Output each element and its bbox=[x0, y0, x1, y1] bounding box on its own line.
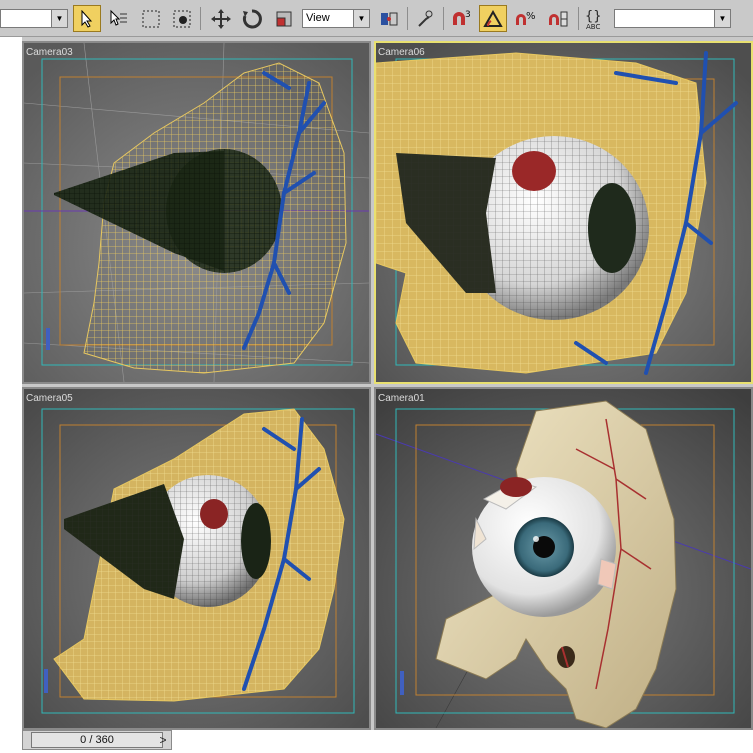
percent-snap-button[interactable]: % bbox=[511, 5, 539, 32]
wireframe-eye-scene bbox=[24, 43, 369, 382]
cursor-arrow-icon bbox=[81, 9, 93, 28]
percent-snap-icon: % bbox=[516, 11, 536, 25]
left-command-strip bbox=[0, 37, 22, 730]
toolbar-separator bbox=[443, 7, 444, 30]
named-selection-sets-dropdown[interactable]: ▼ bbox=[614, 9, 731, 28]
select-by-name-button[interactable] bbox=[104, 5, 132, 32]
viewport-area: Camera03 Camera06 Camera05 Camera01 bbox=[22, 37, 753, 730]
select-object-button[interactable] bbox=[73, 5, 101, 32]
time-slider[interactable]: 0 / 360 bbox=[22, 730, 172, 750]
select-manipulate-button[interactable] bbox=[412, 5, 440, 32]
spinner-snap-icon bbox=[549, 11, 568, 26]
main-toolbar: ▼ View ▼ 3 % {} ABC ▼ bbox=[0, 0, 753, 37]
scale-button[interactable] bbox=[270, 5, 298, 32]
rectangular-selection-button[interactable] bbox=[137, 5, 165, 32]
window-crossing-button[interactable] bbox=[168, 5, 196, 32]
scale-icon bbox=[276, 11, 292, 26]
next-frame-arrow[interactable]: > bbox=[154, 730, 172, 750]
selection-filter-dropdown[interactable]: ▼ bbox=[0, 9, 68, 28]
pivot-center-icon bbox=[381, 12, 398, 25]
viewport-label[interactable]: Camera01 bbox=[378, 393, 425, 404]
chevron-down-icon: ▼ bbox=[353, 10, 369, 27]
shaded-wireframe-eye-scene bbox=[376, 43, 751, 382]
toolbar-separator bbox=[200, 7, 201, 30]
window-crossing-icon bbox=[173, 10, 191, 27]
coordinate-system-value: View bbox=[306, 12, 330, 24]
viewport-camera01[interactable]: Camera01 bbox=[374, 387, 753, 730]
rotate-button[interactable] bbox=[238, 5, 266, 32]
svg-text:3: 3 bbox=[465, 10, 471, 20]
viewport-label[interactable]: Camera05 bbox=[26, 393, 73, 404]
snaps-toggle-button[interactable]: 3 bbox=[447, 5, 475, 32]
edit-named-selections-button[interactable]: {} ABC bbox=[583, 5, 611, 32]
viewport-camera05[interactable]: Camera05 bbox=[22, 387, 371, 730]
named-selection-icon: {}ABC bbox=[585, 9, 602, 30]
viewport-label[interactable]: Camera06 bbox=[378, 47, 425, 58]
chevron-down-icon: ▼ bbox=[714, 10, 730, 27]
toolbar-separator bbox=[407, 7, 408, 30]
angle-snap-button[interactable] bbox=[479, 5, 507, 32]
timeline-bar: 0 / 360 > bbox=[0, 730, 753, 753]
viewport-camera03[interactable]: Camera03 bbox=[22, 41, 371, 384]
viewport-label[interactable]: Camera03 bbox=[26, 47, 73, 58]
toolbar-separator bbox=[578, 7, 579, 30]
reference-coordinate-dropdown[interactable]: View ▼ bbox=[302, 9, 370, 28]
svg-text:{}: {} bbox=[585, 9, 602, 24]
shaded-wireframe-eye-side-scene bbox=[24, 389, 369, 728]
rendered-eye-scene bbox=[376, 389, 751, 728]
pivot-center-button[interactable] bbox=[375, 5, 403, 32]
svg-text:ABC: ABC bbox=[586, 23, 600, 30]
rectangle-selection-icon bbox=[142, 10, 160, 27]
move-button[interactable] bbox=[207, 5, 235, 32]
spinner-snap-button[interactable] bbox=[544, 5, 572, 32]
time-slider-handle[interactable]: 0 / 360 bbox=[31, 732, 163, 748]
select-by-name-icon bbox=[110, 9, 127, 26]
angle-snap-icon bbox=[483, 9, 503, 27]
manipulate-icon bbox=[418, 10, 433, 27]
chevron-down-icon: ▼ bbox=[51, 10, 67, 27]
svg-text:%: % bbox=[526, 11, 536, 22]
move-icon bbox=[211, 8, 231, 29]
snap-magnet-icon: 3 bbox=[453, 10, 471, 25]
viewport-camera06[interactable]: Camera06 bbox=[374, 41, 753, 384]
rotate-icon bbox=[242, 8, 262, 28]
